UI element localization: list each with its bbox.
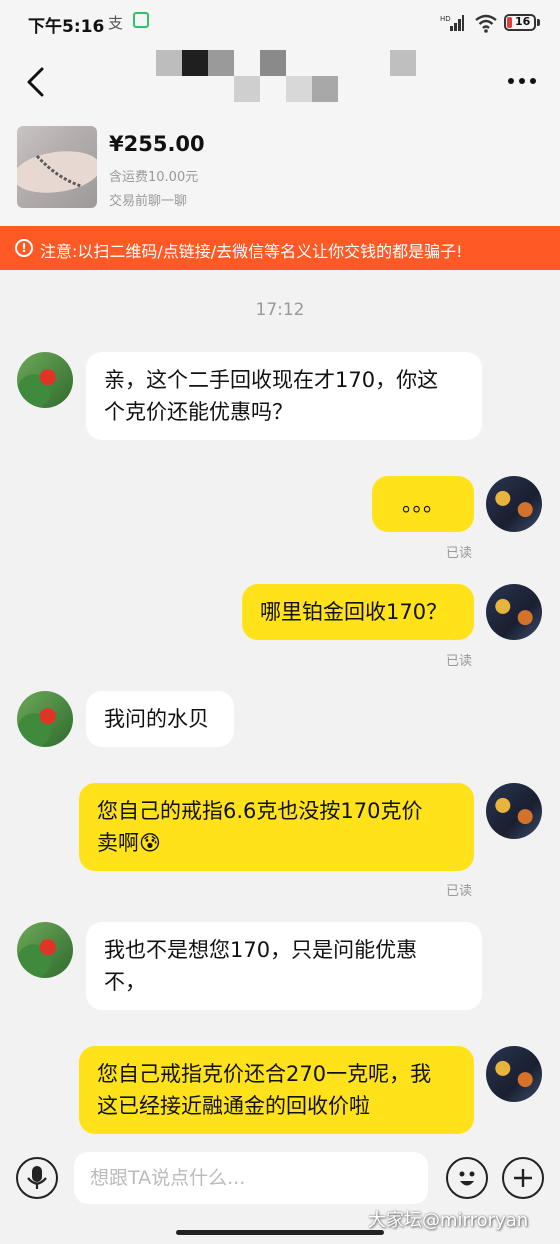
- avatar-seller[interactable]: [17, 691, 73, 747]
- product-chat-prompt: 交易前聊一聊: [109, 194, 188, 209]
- wifi-icon: [475, 14, 497, 33]
- chevron-left-icon: [27, 67, 44, 97]
- microphone-icon: [27, 1166, 47, 1189]
- avatar-me[interactable]: [486, 1046, 542, 1102]
- message-line: 个克价还能优惠吗？: [104, 400, 293, 424]
- message-line: 您自己的戒指6.6克也没按170克价: [97, 799, 423, 823]
- battery-percent: 16: [515, 15, 531, 28]
- signal-icon: HD: [440, 15, 464, 31]
- message-bubble-outgoing: 您自己的戒指6.6克也没按170克价 卖啊😰: [79, 783, 474, 871]
- more-actions-button[interactable]: [502, 1157, 544, 1199]
- message-bubble-incoming: 亲，这个二手回收现在才170，你这 个克价还能优惠吗？: [86, 352, 482, 440]
- avatar-me[interactable]: [486, 584, 542, 640]
- chat-time-divider: 17:12: [255, 300, 305, 320]
- network-type-label: HD: [440, 15, 451, 23]
- product-card[interactable]: ¥255.00 含运费10.00元 交易前聊一聊: [0, 118, 560, 226]
- plus-icon: [514, 1169, 532, 1187]
- nav-bar: [0, 46, 560, 118]
- message-bubble-incoming: 我问的水贝: [86, 691, 234, 747]
- message-input[interactable]: [74, 1152, 428, 1204]
- avatar-me[interactable]: [486, 783, 542, 839]
- message-line: 您自己戒指克价还合270一克呢，我: [97, 1062, 432, 1086]
- status-bar: 下午5:16 支 HD 16: [0, 0, 560, 46]
- warning-text: 注意:以扫二维码/点链接/去微信等名义让你交钱的都是骗子!: [40, 242, 463, 261]
- alipay-icon: 支: [108, 14, 124, 32]
- read-status: 已读: [446, 654, 473, 669]
- more-dots-icon[interactable]: [500, 76, 544, 88]
- battery-tip: [537, 19, 540, 26]
- back-button[interactable]: [18, 64, 54, 100]
- message-bubble-outgoing: 您自己戒指克价还合270一克呢，我 这已经接近融通金的回收价啦: [79, 1046, 474, 1134]
- message-line: 亲，这个二手回收现在才170，你这: [104, 368, 439, 392]
- emoji-button[interactable]: [446, 1157, 488, 1199]
- read-status: 已读: [446, 546, 473, 561]
- message-line: 。。。: [402, 492, 444, 516]
- smiley-icon: [459, 1171, 475, 1186]
- scam-warning-banner: ! 注意:以扫二维码/点链接/去微信等名义让你交钱的都是骗子!: [0, 226, 560, 270]
- avatar-me[interactable]: [486, 476, 542, 532]
- message-line: 不，: [104, 970, 146, 994]
- message-line: 我问的水贝: [104, 707, 209, 731]
- message-bubble-outgoing: 。。。: [372, 476, 474, 532]
- home-indicator[interactable]: [176, 1230, 384, 1235]
- read-status: 已读: [446, 884, 473, 899]
- product-shipping: 含运费10.00元: [109, 170, 199, 185]
- avatar-seller[interactable]: [17, 922, 73, 978]
- message-line: 哪里铂金回收170？: [260, 600, 448, 624]
- voice-button[interactable]: [16, 1157, 58, 1199]
- product-price: ¥255.00: [109, 132, 205, 156]
- avatar-seller[interactable]: [17, 352, 73, 408]
- product-thumbnail[interactable]: [17, 126, 97, 208]
- message-line: 我也不是想您170，只是问能优惠: [104, 938, 418, 962]
- message-line: 卖啊😰: [97, 831, 161, 855]
- blurred-username: [156, 50, 416, 108]
- message-bubble-outgoing: 哪里铂金回收170？: [242, 584, 474, 640]
- watermark: 大家坛@mirroryan: [368, 1210, 529, 1231]
- status-time: 下午5:16: [28, 17, 105, 37]
- message-line: 这已经接近融通金的回收价啦: [97, 1094, 370, 1118]
- message-bubble-incoming: 我也不是想您170，只是问能优惠 不，: [86, 922, 482, 1010]
- battery-icon: 16: [504, 14, 536, 31]
- battery-level: [507, 17, 512, 28]
- warning-icon: !: [15, 239, 33, 257]
- wechat-pay-icon: [133, 12, 149, 28]
